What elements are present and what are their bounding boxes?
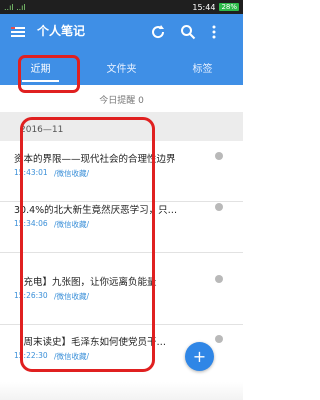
tab-folders-label: 文件夹 <box>106 64 137 75</box>
tab-tags-label: 标签 <box>192 64 213 75</box>
tab-folders[interactable]: 文件夹 <box>81 50 162 85</box>
today-reminder[interactable]: 今日提醒 0 <box>0 88 243 110</box>
more-vertical-icon[interactable] <box>210 24 218 40</box>
signal-text: ..ıl ..ıl <box>4 2 26 12</box>
search-icon[interactable] <box>180 24 196 40</box>
refresh-icon[interactable] <box>150 24 166 40</box>
today-reminder-label: 今日提醒 0 <box>99 95 144 106</box>
app-title: 个人笔记 <box>37 24 86 38</box>
bottom-edge <box>0 382 243 400</box>
status-right: 15:44 28% <box>192 3 243 12</box>
battery-indicator: 28% <box>219 3 239 11</box>
list-annotation-box <box>20 117 155 372</box>
note-info-icon[interactable] <box>215 152 223 160</box>
add-icon: + <box>192 347 207 366</box>
note-info-icon[interactable] <box>215 275 223 283</box>
tab-tags[interactable]: 标签 <box>162 50 243 85</box>
status-bar: ..ıl ..ıl 15:44 28% <box>0 0 243 14</box>
signal-indicators: ..ıl ..ıl <box>0 3 26 12</box>
note-info-icon[interactable] <box>215 335 223 343</box>
note-info-icon[interactable] <box>215 203 223 211</box>
app-bar: 个人笔记 <box>0 14 243 50</box>
menu-icon[interactable] <box>11 25 25 39</box>
add-note-button[interactable]: + <box>185 342 214 371</box>
clock-text: 15:44 <box>192 2 216 12</box>
